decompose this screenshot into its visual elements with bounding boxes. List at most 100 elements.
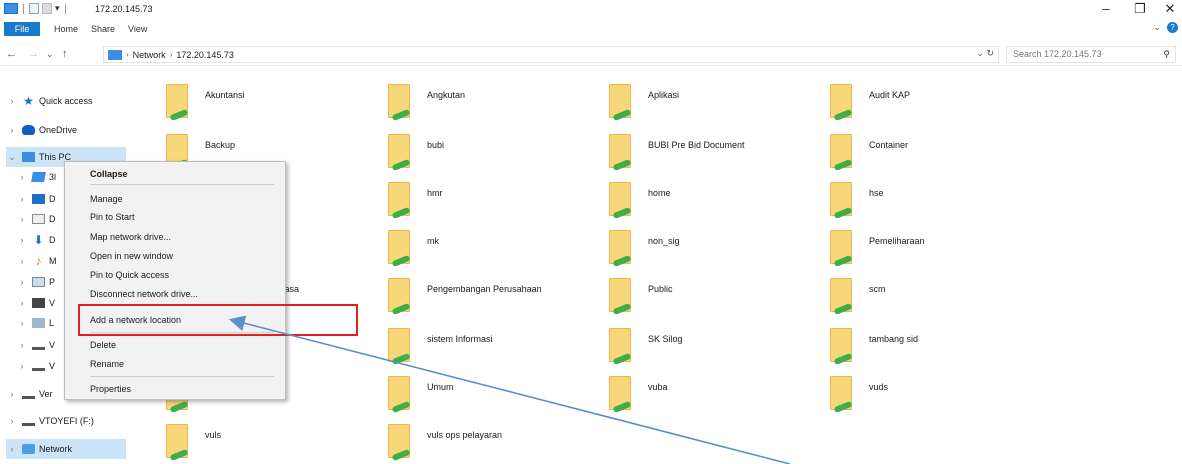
folder-item[interactable]: sistem Informasi (380, 322, 580, 368)
expand-ribbon-icon[interactable]: ⌄ (1153, 22, 1161, 33)
expand-chevron-icon[interactable]: › (6, 96, 18, 106)
folder-item[interactable]: hmr (380, 176, 580, 222)
folder-item[interactable]: Aplikasi (601, 78, 801, 124)
expand-chevron-icon[interactable]: › (16, 235, 28, 245)
address-bar[interactable]: › Network › 172.20.145.73 ⌄ ↻ (103, 46, 999, 63)
folder-item[interactable]: home (601, 176, 801, 222)
expand-chevron-icon[interactable]: › (6, 416, 18, 426)
sidebar-item-drive[interactable]: › Ver (6, 384, 53, 404)
expand-chevron-icon[interactable]: › (6, 444, 18, 454)
up-button[interactable]: ↑ (62, 48, 68, 60)
folder-item[interactable]: vuba (601, 370, 801, 416)
help-icon[interactable]: ? (1167, 22, 1178, 33)
expand-chevron-icon[interactable]: › (16, 318, 28, 328)
folder-item[interactable]: hse (822, 176, 1022, 222)
sidebar-item-drive[interactable]: › V (16, 335, 56, 355)
expand-chevron-icon[interactable]: › (16, 256, 28, 266)
search-input[interactable]: Search 172.20.145.73 ⚲ (1006, 46, 1176, 63)
sidebar-item-drive[interactable]: › V (16, 356, 56, 376)
back-button[interactable]: ← (6, 48, 17, 60)
tab-home[interactable]: Home (54, 24, 78, 34)
folder-name: home (648, 188, 671, 198)
expand-chevron-icon[interactable]: › (16, 194, 28, 204)
folder-item[interactable]: Pemeliharaan (822, 224, 1022, 270)
folder-item[interactable]: Akuntansi (158, 78, 358, 124)
close-button[interactable]: ✕ (1160, 1, 1180, 17)
menu-item-map-network-drive[interactable]: Map network drive... (90, 232, 171, 242)
folder-name: Pemeliharaan (869, 236, 925, 246)
sidebar-item-downloads[interactable]: › ⬇ D (16, 230, 56, 250)
menu-item-open-new-window[interactable]: Open in new window (90, 251, 173, 261)
sidebar-item-desktop[interactable]: › D (16, 189, 56, 209)
menu-item-rename[interactable]: Rename (90, 359, 124, 369)
folder-item[interactable]: scm (822, 272, 1022, 318)
folder-name: bubi (427, 140, 445, 150)
properties-icon[interactable] (29, 3, 39, 14)
expand-chevron-icon[interactable]: › (16, 277, 28, 287)
forward-button[interactable]: → (28, 48, 39, 60)
folder-item[interactable]: Angkutan (380, 78, 580, 124)
expand-chevron-icon[interactable]: › (16, 214, 28, 224)
folder-name: vuls ops pelayaran (427, 430, 503, 440)
folder-item[interactable]: tambang sid (822, 322, 1022, 368)
menu-divider (90, 184, 274, 185)
menu-item-delete[interactable]: Delete (90, 340, 116, 350)
sidebar-item-network[interactable]: › Network (6, 439, 126, 459)
menu-item-disconnect-network-drive[interactable]: Disconnect network drive... (90, 289, 198, 299)
folder-name: non_sig (648, 236, 680, 246)
collapse-chevron-icon[interactable]: ⌄ (6, 152, 18, 163)
sidebar-item-label: L (49, 318, 55, 328)
folder-item[interactable]: non_sig (601, 224, 801, 270)
folder-name: Backup (205, 140, 236, 150)
expand-chevron-icon[interactable]: › (6, 125, 18, 135)
sidebar-item-music[interactable]: › ♪ M (16, 251, 57, 271)
tab-file[interactable]: File (4, 22, 40, 36)
sidebar-item-3d-objects[interactable]: › 3l (16, 167, 56, 187)
expand-chevron-icon[interactable]: › (16, 340, 28, 350)
menu-item-pin-to-start[interactable]: Pin to Start (90, 212, 135, 222)
breadcrumb-network[interactable]: Network (133, 50, 166, 60)
expand-chevron-icon[interactable]: › (16, 172, 28, 182)
sidebar-item-local-disk[interactable]: › L (16, 313, 54, 333)
folder-item[interactable]: bubi (380, 128, 580, 174)
network-folder-icon (830, 376, 858, 414)
sidebar-item-documents[interactable]: › D (16, 209, 56, 229)
refresh-button[interactable]: ⌄ ↻ (976, 48, 994, 59)
folder-item[interactable]: Public (601, 272, 801, 318)
menu-item-collapse[interactable]: Collapse (90, 169, 128, 179)
expand-chevron-icon[interactable]: › (16, 361, 28, 371)
menu-item-properties[interactable]: Properties (90, 384, 131, 394)
recent-locations-button[interactable]: ⌄ (46, 49, 54, 60)
title-bar: ▾ 172.20.145.73 – ❐ ✕ (0, 0, 1182, 20)
folder-name: Angkutan (427, 90, 466, 100)
folder-item[interactable]: BUBI Pre Bid Document (601, 128, 801, 174)
new-folder-icon[interactable] (42, 3, 52, 14)
music-icon: ♪ (35, 254, 42, 268)
minimize-button[interactable]: – (1096, 1, 1116, 16)
folder-item[interactable]: SK Silog (601, 322, 801, 368)
maximize-button[interactable]: ❐ (1130, 1, 1150, 17)
folder-item[interactable]: Container (822, 128, 1022, 174)
sidebar-item-quick-access[interactable]: › ★ Quick access (6, 91, 93, 111)
folder-item[interactable]: Audit KAP (822, 78, 1022, 124)
sidebar-item-onedrive[interactable]: › OneDrive (6, 120, 77, 140)
tab-share[interactable]: Share (91, 24, 115, 34)
sidebar-item-videos[interactable]: › V (16, 293, 55, 313)
customize-toolbar-icon[interactable]: ▾ (55, 3, 60, 14)
menu-item-manage[interactable]: Manage (90, 194, 123, 204)
breadcrumb-host[interactable]: 172.20.145.73 (176, 50, 234, 60)
folder-item[interactable]: Umum (380, 370, 580, 416)
menu-item-pin-quick-access[interactable]: Pin to Quick access (90, 270, 169, 280)
sidebar-item-pictures[interactable]: › P (16, 272, 55, 292)
documents-icon (32, 214, 45, 224)
folder-item[interactable]: vuls (158, 418, 358, 464)
sidebar-item-vtoyefi[interactable]: › VTOYEFI (F:) (6, 411, 94, 431)
expand-chevron-icon[interactable]: › (16, 298, 28, 308)
folder-item[interactable]: vuls ops pelayaran (380, 418, 580, 464)
tab-view[interactable]: View (128, 24, 147, 34)
folder-item[interactable]: mk (380, 224, 580, 270)
expand-chevron-icon[interactable]: › (6, 389, 18, 399)
network-folder-icon (388, 230, 416, 268)
folder-item[interactable]: Pengembangan Perusahaan (380, 272, 580, 318)
folder-item[interactable]: vuds (822, 370, 1022, 416)
